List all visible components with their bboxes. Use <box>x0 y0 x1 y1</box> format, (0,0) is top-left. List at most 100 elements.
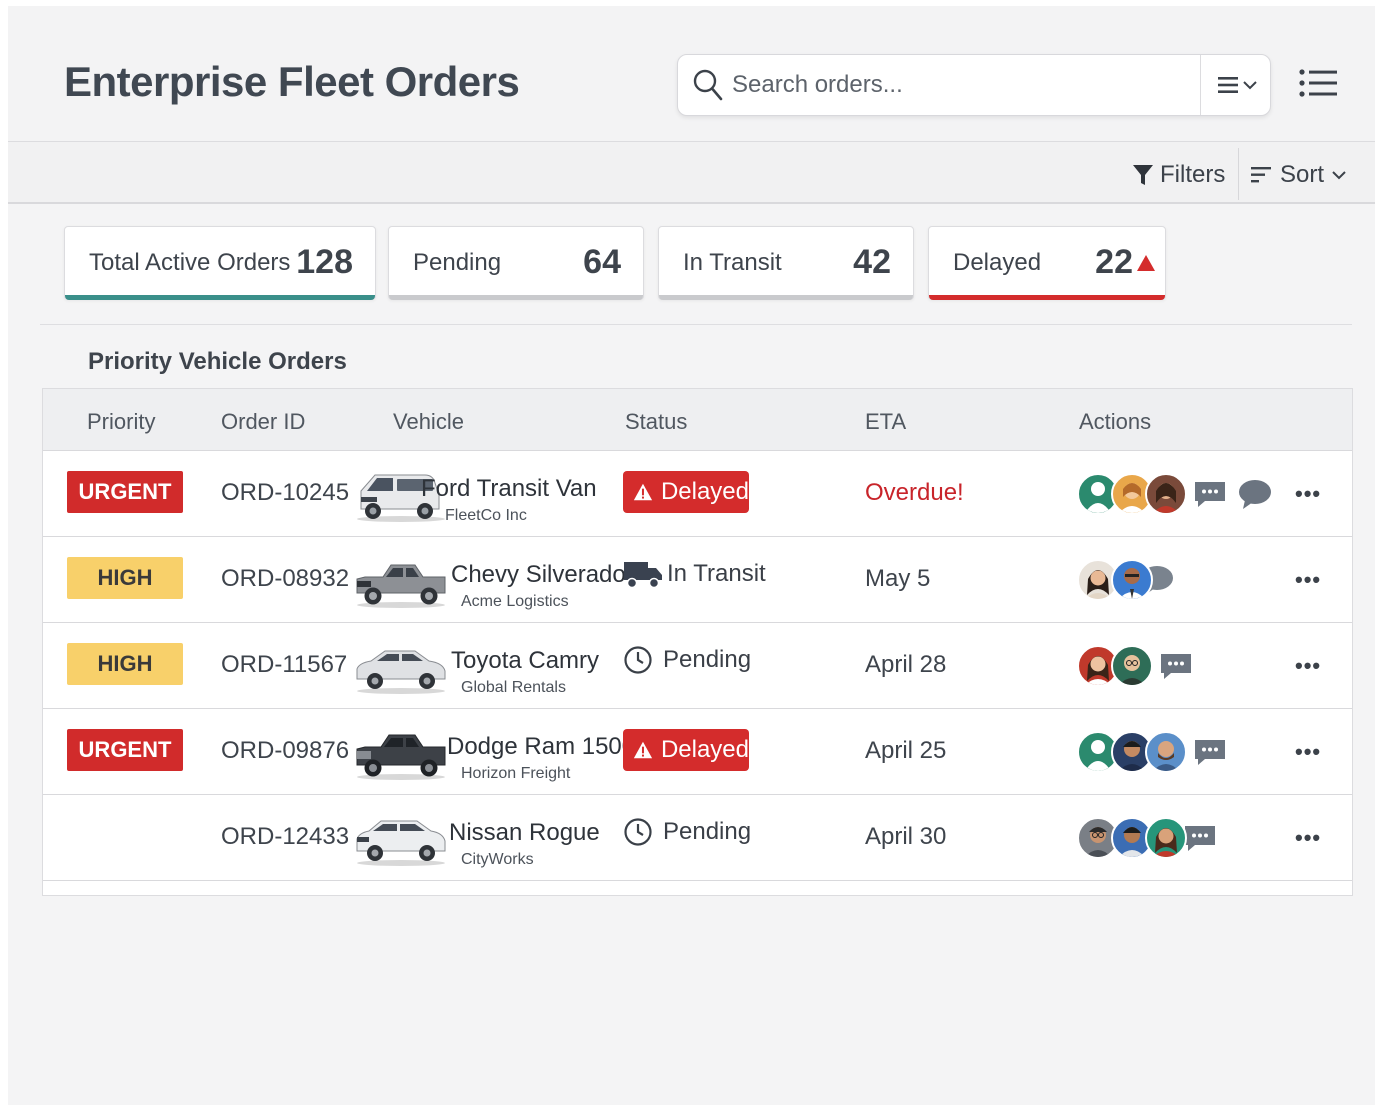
avatar[interactable] <box>1145 473 1187 515</box>
message-dots-icon[interactable] <box>1183 823 1217 853</box>
message-dots-icon[interactable] <box>1159 651 1193 681</box>
more-actions-button[interactable]: ••• <box>1295 739 1321 765</box>
status-text: Delayed <box>660 736 749 763</box>
sort-button[interactable]: Sort <box>1250 160 1346 190</box>
page-title: Enterprise Fleet Orders <box>64 58 520 105</box>
stat-value: 64 <box>583 243 621 281</box>
stat-value: 42 <box>853 243 891 281</box>
eta-date: April 28 <box>865 651 947 678</box>
stat-label: Total Active Orders <box>89 249 291 276</box>
warning-icon <box>633 483 653 501</box>
status-badge-delayed: Delayed <box>623 729 749 771</box>
filter-funnel-icon <box>1133 165 1153 185</box>
app-window: Enterprise Fleet Orders Search orders...… <box>8 6 1375 1105</box>
suv-image <box>356 820 446 866</box>
list-view-icon <box>1218 77 1238 93</box>
stat-label: In Transit <box>683 249 782 276</box>
table-row[interactable]: ORD-12433 Nissan Rogue CityWorks Pending… <box>43 795 1352 881</box>
stat-underline <box>65 295 375 300</box>
eta-overdue: Overdue! <box>865 479 964 506</box>
table-row[interactable]: HIGH ORD-08932 Chevy Silverado Acme Logi… <box>43 537 1352 623</box>
priority-badge-urgent: URGENT <box>67 729 183 771</box>
search-divider <box>1200 55 1201 115</box>
column-header-actions: Actions <box>1079 409 1152 434</box>
stat-card-pending[interactable]: Pending 64 <box>388 226 644 300</box>
column-header-vehicle[interactable]: Vehicle <box>393 409 464 435</box>
column-header-order-id[interactable]: Order ID <box>221 409 305 435</box>
avatar[interactable] <box>1145 817 1187 859</box>
list-menu-icon[interactable] <box>1298 68 1338 98</box>
pickup-truck-image <box>356 734 446 780</box>
status-text: In Transit <box>667 560 766 587</box>
stat-card-delayed[interactable]: Delayed 22 <box>928 226 1166 300</box>
clock-icon <box>624 646 652 674</box>
page-header: Enterprise Fleet Orders <box>8 6 1375 142</box>
status-badge-delayed: Delayed <box>623 471 749 513</box>
more-actions-button[interactable]: ••• <box>1295 825 1321 851</box>
assignee-avatars <box>1077 643 1193 689</box>
vehicle-name[interactable]: Nissan Rogue <box>449 819 600 847</box>
filters-button[interactable]: Filters <box>1132 160 1225 190</box>
eta-date: April 25 <box>865 737 947 764</box>
warning-triangle-icon <box>1137 255 1155 271</box>
message-dots-icon[interactable] <box>1193 737 1227 767</box>
message-dots-icon[interactable] <box>1193 479 1227 509</box>
stat-card-total-active[interactable]: Total Active Orders 128 <box>64 226 376 300</box>
stat-label: Delayed <box>953 249 1042 276</box>
vehicle-company: FleetCo Inc <box>445 507 527 524</box>
status-pending: Pending <box>623 817 751 847</box>
more-actions-button[interactable]: ••• <box>1295 653 1321 679</box>
vehicle-name[interactable]: Chevy Silverado <box>451 561 626 589</box>
assignee-avatars <box>1077 557 1175 603</box>
section-title: Priority Vehicle Orders <box>88 348 347 375</box>
vehicle-name[interactable]: Dodge Ram 1500 <box>447 733 635 761</box>
table-row[interactable]: URGENT ORD-10245 Ford Transit Van FleetC… <box>43 451 1352 537</box>
status-text: Pending <box>663 646 752 673</box>
column-header-priority[interactable]: Priority <box>87 409 155 435</box>
table-row[interactable]: URGENT ORD-09876 Dodge Ram 1500 Horizon … <box>43 709 1352 795</box>
sedan-image <box>356 650 446 694</box>
order-id[interactable]: ORD-12433 <box>221 823 349 851</box>
vehicle-name[interactable]: Toyota Camry <box>451 647 599 675</box>
priority-badge-high: HIGH <box>67 557 183 599</box>
chevron-down-icon <box>1243 81 1257 90</box>
search-box[interactable] <box>677 54 1271 116</box>
status-in-transit: In Transit <box>623 559 766 589</box>
column-header-eta[interactable]: ETA <box>865 409 906 435</box>
stat-card-in-transit[interactable]: In Transit 42 <box>658 226 914 300</box>
stat-value: 22 <box>1095 243 1133 281</box>
avatar[interactable] <box>1145 731 1187 773</box>
pickup-truck-image <box>356 564 446 608</box>
stat-underline <box>929 295 1165 300</box>
comment-bubble-icon[interactable] <box>1237 478 1273 510</box>
orders-table: Priority Order ID Vehicle Status ETA Act… <box>42 388 1353 896</box>
filters-label: Filters <box>1160 161 1226 188</box>
stat-label: Pending <box>413 249 502 276</box>
view-toggle-button[interactable] <box>1208 67 1266 103</box>
sort-label: Sort <box>1280 161 1325 188</box>
search-input[interactable] <box>732 67 1192 103</box>
warning-icon <box>633 741 653 759</box>
column-header-status[interactable]: Status <box>625 409 687 435</box>
order-id[interactable]: ORD-10245 <box>221 479 349 507</box>
order-id[interactable]: ORD-08932 <box>221 565 349 593</box>
chevron-down-icon <box>1332 171 1346 180</box>
status-text: Pending <box>663 818 752 845</box>
priority-badge-high: HIGH <box>67 643 183 685</box>
avatar[interactable] <box>1111 645 1153 687</box>
stat-value: 128 <box>296 243 353 281</box>
vehicle-company: CityWorks <box>461 851 534 868</box>
status-text: Delayed <box>660 478 749 505</box>
assignee-avatars <box>1077 815 1217 861</box>
avatar[interactable] <box>1111 559 1153 601</box>
truck-icon <box>624 562 662 589</box>
more-actions-button[interactable]: ••• <box>1295 481 1321 507</box>
vehicle-name[interactable]: Ford Transit Van <box>421 475 597 503</box>
table-row[interactable]: HIGH ORD-11567 Toyota Camry Global Renta… <box>43 623 1352 709</box>
order-id[interactable]: ORD-11567 <box>221 651 347 679</box>
stat-value-wrap: 22 <box>1095 243 1155 282</box>
more-actions-button[interactable]: ••• <box>1295 567 1321 593</box>
search-icon <box>693 69 723 101</box>
order-id[interactable]: ORD-09876 <box>221 737 349 765</box>
stat-underline <box>389 295 643 300</box>
